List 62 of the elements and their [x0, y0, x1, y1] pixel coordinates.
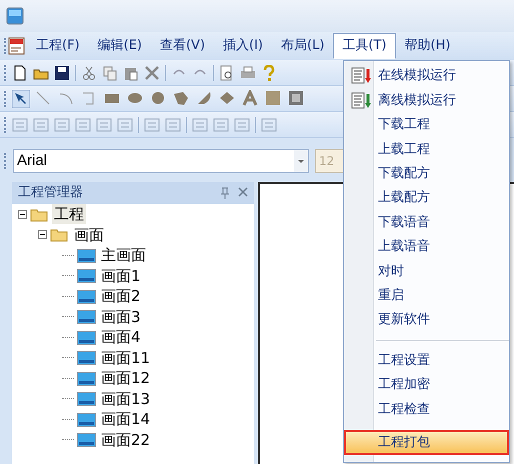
- delete-icon[interactable]: [144, 64, 160, 80]
- screen-icon: [77, 328, 96, 346]
- menu-item[interactable]: 查看(V): [150, 33, 214, 59]
- new-file-icon[interactable]: [12, 64, 28, 80]
- menu-item[interactable]: 帮助(H): [396, 33, 460, 59]
- pointer-icon[interactable]: [12, 90, 30, 108]
- close-icon[interactable]: [238, 187, 248, 197]
- menu-item[interactable]: 插入(I): [214, 33, 272, 59]
- tree-item[interactable]: 工程: [52, 204, 86, 224]
- polygon-icon[interactable]: [173, 90, 191, 108]
- screen-icon: [77, 390, 96, 408]
- tree-item[interactable]: 画面4: [99, 327, 143, 348]
- screen-icon: [77, 410, 96, 428]
- menu-item[interactable]: 工程(F): [27, 33, 89, 59]
- tree-item[interactable]: 主画面: [99, 245, 148, 266]
- menu-item[interactable]: 重启: [344, 284, 509, 308]
- document-icon: [7, 36, 27, 56]
- menu-item[interactable]: 工具(T): [333, 33, 396, 59]
- menu-item[interactable]: 上载配方: [344, 186, 509, 210]
- pin-icon[interactable]: [220, 187, 230, 199]
- save-icon[interactable]: [54, 64, 70, 80]
- tree-item[interactable]: 画面: [72, 224, 106, 245]
- tree-item[interactable]: 画面22: [99, 430, 152, 450]
- menu-item[interactable]: 下载语音: [344, 210, 509, 235]
- menu-item[interactable]: 对时: [344, 259, 509, 284]
- collapse-icon[interactable]: [38, 230, 47, 240]
- menu-item[interactable]: 工程设置: [344, 348, 509, 373]
- panel-title: 工程管理器: [18, 184, 83, 202]
- menu-item[interactable]: 工程加密: [344, 372, 509, 398]
- cut-icon[interactable]: [81, 64, 97, 80]
- menu-item[interactable]: 编辑(E): [88, 33, 151, 59]
- text-icon[interactable]: [242, 90, 260, 108]
- run-simulation-icon: [351, 67, 373, 86]
- screen-icon: [77, 431, 96, 448]
- menu-item[interactable]: 布局(L): [272, 33, 334, 59]
- filled-square-icon[interactable]: [265, 90, 283, 108]
- tree-item[interactable]: 画面11: [99, 348, 152, 368]
- run-simulation-icon: [351, 92, 373, 110]
- tree-item[interactable]: 画面14: [99, 409, 152, 430]
- tree-item[interactable]: 画面1: [99, 266, 143, 286]
- collapse-icon[interactable]: [18, 210, 27, 219]
- tree-item[interactable]: 画面3: [99, 306, 143, 327]
- screen-icon: [77, 370, 96, 387]
- screen-icon: [77, 246, 96, 264]
- help-icon[interactable]: [261, 64, 277, 80]
- menu-item[interactable]: 工程打包: [344, 430, 509, 455]
- screen-icon: [77, 288, 96, 305]
- tree-item[interactable]: 画面12: [99, 368, 152, 388]
- image-icon[interactable]: [288, 90, 306, 108]
- tree-item[interactable]: 画面2: [99, 286, 143, 306]
- menu-item[interactable]: 在线模拟运行: [344, 64, 509, 88]
- menu-item[interactable]: 更新软件: [344, 308, 509, 332]
- font-name-dropdown[interactable]: Arial: [13, 149, 309, 173]
- screen-icon: [77, 349, 96, 366]
- tree-item[interactable]: 画面13: [99, 388, 152, 409]
- copy-icon[interactable]: [102, 64, 118, 80]
- printer-icon[interactable]: [240, 64, 256, 80]
- menu-item[interactable]: 上载语音: [344, 234, 509, 260]
- menu-item[interactable]: 工程检查: [344, 397, 509, 422]
- screen-icon: [77, 308, 96, 326]
- screen-icon: [77, 267, 96, 284]
- app-icon: [6, 7, 24, 25]
